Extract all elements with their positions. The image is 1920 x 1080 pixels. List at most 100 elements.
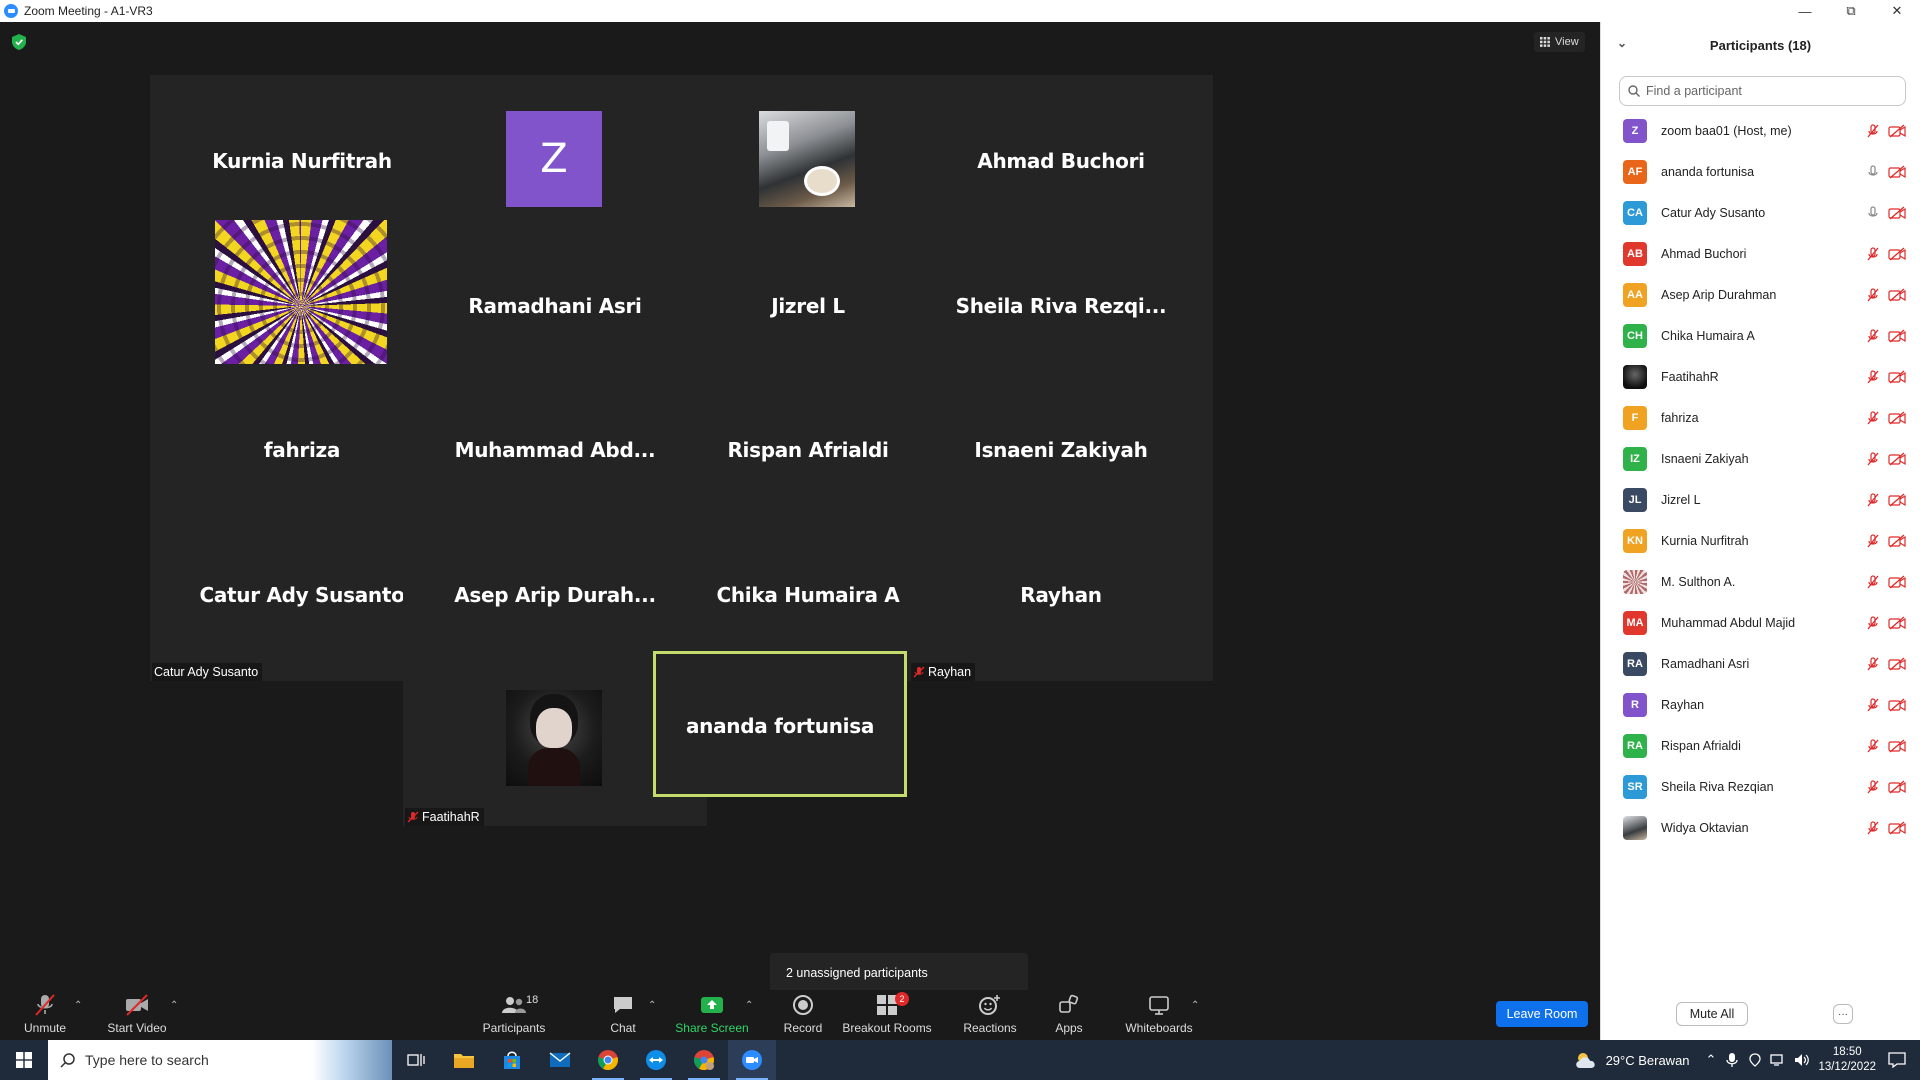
video-off-icon[interactable]	[1888, 124, 1906, 138]
minimize-icon[interactable]: —	[1782, 0, 1828, 22]
video-tile[interactable]: Rayhan Rayhan	[909, 509, 1213, 681]
close-icon[interactable]: ✕	[1874, 0, 1920, 22]
video-off-icon[interactable]	[1888, 739, 1906, 753]
participant-row[interactable]: RA Ramadhani Asri	[1601, 643, 1920, 684]
taskbar-clock[interactable]: 18:50 13/12/2022	[1818, 1045, 1876, 1075]
video-off-icon[interactable]	[1888, 657, 1906, 671]
chevron-down-icon[interactable]: ⌄	[1617, 36, 1627, 50]
participant-row[interactable]: CH Chika Humaira A	[1601, 315, 1920, 356]
participant-row[interactable]: R Rayhan	[1601, 684, 1920, 725]
breakout-rooms-button[interactable]: 2 Breakout Rooms	[837, 992, 937, 1038]
video-tile[interactable]: ananda fortunisa	[653, 651, 907, 797]
mic-muted-icon[interactable]	[1866, 493, 1880, 507]
video-off-icon[interactable]	[1888, 370, 1906, 384]
participant-row[interactable]: AA Asep Arip Durahman	[1601, 274, 1920, 315]
notification-center-icon[interactable]	[1888, 1052, 1906, 1068]
volume-icon[interactable]	[1794, 1053, 1810, 1067]
weather-text[interactable]: 29°C Berawan	[1606, 1053, 1690, 1068]
video-options-caret-icon[interactable]: ⌃	[170, 1000, 178, 1011]
mic-muted-icon[interactable]	[1866, 616, 1880, 630]
video-off-icon[interactable]	[1888, 575, 1906, 589]
chrome-profile-icon[interactable]	[680, 1040, 728, 1080]
participant-row[interactable]: AB Ahmad Buchori	[1601, 233, 1920, 274]
microsoft-store-icon[interactable]	[488, 1040, 536, 1080]
participant-row[interactable]: Ffahriza	[1601, 397, 1920, 438]
video-off-icon[interactable]	[1888, 821, 1906, 835]
unmute-button[interactable]: Unmute	[18, 992, 72, 1038]
view-button[interactable]: View	[1534, 32, 1585, 52]
mic-muted-icon[interactable]	[1866, 247, 1880, 261]
mic-icon[interactable]	[1866, 165, 1880, 179]
video-off-icon[interactable]	[1888, 329, 1906, 343]
mic-muted-icon[interactable]	[1866, 698, 1880, 712]
mic-muted-icon[interactable]	[1866, 575, 1880, 589]
apps-button[interactable]: Apps	[1049, 992, 1089, 1038]
mic-muted-icon[interactable]	[1866, 534, 1880, 548]
video-off-icon[interactable]	[1888, 780, 1906, 794]
participant-row[interactable]: M. Sulthon A.	[1601, 561, 1920, 602]
mic-muted-icon[interactable]	[1866, 124, 1880, 138]
start-video-button[interactable]: Start Video	[106, 992, 168, 1038]
more-options-button[interactable]: ···	[1833, 1004, 1853, 1024]
video-off-icon[interactable]	[1888, 247, 1906, 261]
participant-row[interactable]: Zzoom baa01 (Host, me)	[1601, 110, 1920, 151]
mic-muted-icon[interactable]	[1866, 780, 1880, 794]
tray-overflow-icon[interactable]: ⌃	[1706, 1052, 1717, 1068]
mic-muted-icon[interactable]	[1866, 657, 1880, 671]
audio-options-caret-icon[interactable]: ⌃	[74, 1000, 82, 1011]
participant-row[interactable]: IZ Isnaeni Zakiyah	[1601, 438, 1920, 479]
chrome-icon[interactable]	[584, 1040, 632, 1080]
mic-muted-icon[interactable]	[1866, 452, 1880, 466]
video-off-icon[interactable]	[1888, 452, 1906, 466]
participant-row[interactable]: AF ananda fortunisa	[1601, 151, 1920, 192]
video-off-icon[interactable]	[1888, 616, 1906, 630]
participant-row[interactable]: SR Sheila Riva Rezqian	[1601, 766, 1920, 807]
participant-row[interactable]: CA Catur Ady Susanto	[1601, 192, 1920, 233]
video-off-icon[interactable]	[1888, 493, 1906, 507]
mail-icon[interactable]	[536, 1040, 584, 1080]
task-view-icon[interactable]	[392, 1040, 440, 1080]
zoom-taskbar-icon[interactable]	[728, 1040, 776, 1080]
video-off-icon[interactable]	[1888, 206, 1906, 220]
chat-options-caret-icon[interactable]: ⌃	[648, 1000, 656, 1011]
mic-muted-icon[interactable]	[1866, 821, 1880, 835]
participant-row[interactable]: JL Jizrel L	[1601, 479, 1920, 520]
participant-row[interactable]: Widya Oktavian	[1601, 807, 1920, 848]
participant-row[interactable]: RA Rispan Afrialdi	[1601, 725, 1920, 766]
video-off-icon[interactable]	[1888, 165, 1906, 179]
windows-start-icon[interactable]	[0, 1040, 48, 1080]
mic-muted-icon[interactable]	[1866, 739, 1880, 753]
mic-icon[interactable]	[1866, 206, 1880, 220]
video-off-icon[interactable]	[1888, 698, 1906, 712]
taskbar-search-box[interactable]: Type here to search	[48, 1040, 392, 1080]
share-options-caret-icon[interactable]: ⌃	[745, 1000, 753, 1011]
network-icon[interactable]	[1770, 1053, 1786, 1067]
security-shield-icon[interactable]	[12, 34, 26, 50]
mute-all-button[interactable]: Mute All	[1676, 1002, 1748, 1026]
mic-muted-icon[interactable]	[1866, 288, 1880, 302]
whiteboards-button[interactable]: Whiteboards	[1124, 992, 1194, 1038]
leave-room-button[interactable]: Leave Room	[1496, 1001, 1588, 1027]
mic-muted-icon[interactable]	[1866, 411, 1880, 425]
share-screen-button[interactable]: Share Screen	[675, 992, 749, 1038]
participants-button[interactable]: 18 Participants	[477, 992, 551, 1038]
participant-search-field[interactable]: Find a participant	[1619, 76, 1906, 106]
teamviewer-icon[interactable]	[632, 1040, 680, 1080]
chat-button[interactable]: Chat	[601, 992, 645, 1038]
participant-row[interactable]: MA Muhammad Abdul Majid	[1601, 602, 1920, 643]
reactions-button[interactable]: Reactions	[960, 992, 1020, 1038]
file-explorer-icon[interactable]	[440, 1040, 488, 1080]
participant-row[interactable]: KN Kurnia Nurfitrah	[1601, 520, 1920, 561]
whiteboards-caret-icon[interactable]: ⌃	[1191, 1000, 1199, 1011]
participant-row[interactable]: FaatihahR	[1601, 356, 1920, 397]
microphone-tray-icon[interactable]	[1726, 1052, 1739, 1068]
mic-muted-icon[interactable]	[1866, 370, 1880, 384]
video-off-icon[interactable]	[1888, 411, 1906, 425]
video-off-icon[interactable]	[1888, 534, 1906, 548]
maximize-icon[interactable]: ⧉	[1828, 0, 1874, 22]
mic-muted-icon[interactable]	[1866, 329, 1880, 343]
location-icon[interactable]	[1748, 1053, 1762, 1067]
record-button[interactable]: Record	[777, 992, 829, 1038]
weather-cloud-icon[interactable]	[1574, 1050, 1600, 1070]
video-off-icon[interactable]	[1888, 288, 1906, 302]
